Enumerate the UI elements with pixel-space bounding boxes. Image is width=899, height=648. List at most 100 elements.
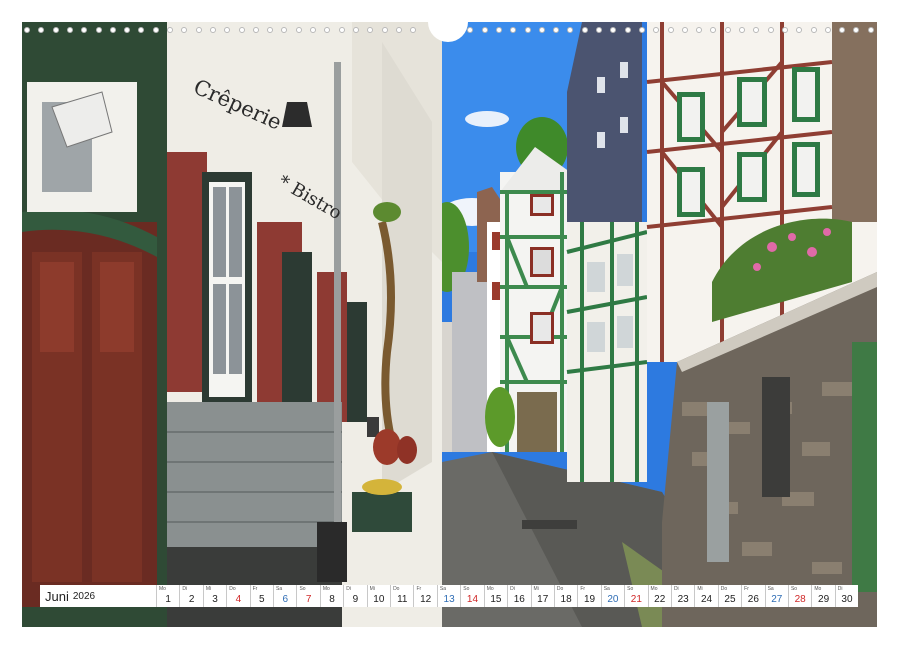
binding-hole [382, 27, 388, 33]
day-cell: Mi24 [695, 585, 717, 607]
day-cell: Sa13 [438, 585, 460, 607]
binding-hole [625, 27, 631, 33]
day-number: 22 [649, 594, 671, 605]
binding-hole [410, 27, 416, 33]
weekday-label: Do [557, 586, 563, 592]
weekday-label: Do [393, 586, 399, 592]
binding-hole [539, 27, 545, 33]
binding-hole [67, 27, 73, 33]
month-label: Juni 2026 [40, 585, 156, 607]
day-number: 27 [766, 594, 788, 605]
month-year: 2026 [73, 591, 95, 602]
day-number: 16 [508, 594, 530, 605]
day-cell: Fr 19 [578, 585, 600, 607]
binding-hole [96, 27, 102, 33]
day-number: 7 [297, 594, 319, 605]
month-name: Juni [45, 589, 69, 604]
weekday-label: Mi [534, 586, 539, 592]
weekday-label: Mo [159, 586, 166, 592]
day-number: 24 [695, 594, 717, 605]
binding-hole [38, 27, 44, 33]
day-cell: Do 11 [391, 585, 413, 607]
binding-hole [753, 27, 759, 33]
weekday-label: Fr [416, 586, 421, 592]
weekday-label: Di [182, 586, 187, 592]
binding-hole [296, 27, 302, 33]
binding-hole [138, 27, 144, 33]
weekday-label: Fr [744, 586, 749, 592]
binding-hole [396, 27, 402, 33]
binding-hole [167, 27, 173, 33]
weekday-label: Do [721, 586, 727, 592]
day-cell: Mi17 [532, 585, 554, 607]
binding-hole [596, 27, 602, 33]
binding-hole [239, 27, 245, 33]
binding-hole [825, 27, 831, 33]
day-cell: Mi3 [204, 585, 226, 607]
binding-hole [267, 27, 273, 33]
weekday-label: Sa [604, 586, 610, 592]
binding-hole [782, 27, 788, 33]
day-number: 8 [321, 594, 343, 605]
binding-hole [224, 27, 230, 33]
day-number: 2 [180, 594, 202, 605]
day-number: 29 [812, 594, 834, 605]
weekday-label: So [463, 586, 469, 592]
day-cell: So 28 [789, 585, 811, 607]
binding-hole [610, 27, 616, 33]
weekday-label: Mo [323, 586, 330, 592]
day-cell: Sa27 [766, 585, 788, 607]
binding-hole [53, 27, 59, 33]
day-number: 4 [227, 594, 249, 605]
binding-hole [725, 27, 731, 33]
weekday-label: Sa [276, 586, 282, 592]
day-number: 15 [485, 594, 507, 605]
binding-hole [582, 27, 588, 33]
day-cell: Mo15 [485, 585, 507, 607]
day-cell: Fr12 [414, 585, 436, 607]
binding-hole [796, 27, 802, 33]
weekday-label: Fr [580, 586, 585, 592]
day-number: 9 [344, 594, 366, 605]
day-number: 11 [391, 594, 413, 605]
binding-hole [210, 27, 216, 33]
day-number: 21 [625, 594, 647, 605]
day-number: 19 [578, 594, 600, 605]
day-number: 1 [157, 594, 179, 605]
binding-hole [811, 27, 817, 33]
weekday-label: So [791, 586, 797, 592]
day-cell: Fr5 [251, 585, 273, 607]
day-number: 26 [742, 594, 764, 605]
binding-hole [739, 27, 745, 33]
binding-hole [553, 27, 559, 33]
day-number: 3 [204, 594, 226, 605]
day-cell: Di 2 [180, 585, 202, 607]
day-number: 10 [368, 594, 390, 605]
weekday-label: Mi [370, 586, 375, 592]
day-cell: Mo29 [812, 585, 834, 607]
binding-hole [124, 27, 130, 33]
binding-hole [367, 27, 373, 33]
day-number: 14 [461, 594, 483, 605]
day-number: 18 [555, 594, 577, 605]
binding-hole [668, 27, 674, 33]
binding-hole [467, 27, 473, 33]
weekday-label: Di [346, 586, 351, 592]
day-number: 20 [602, 594, 624, 605]
binding-hole [110, 27, 116, 33]
binding-hole [496, 27, 502, 33]
binding-hole [839, 27, 845, 33]
weekday-label: Di [674, 586, 679, 592]
weekday-label: So [627, 586, 633, 592]
binding-hole [310, 27, 316, 33]
day-cell: Fr 26 [742, 585, 764, 607]
weekday-label: Mo [651, 586, 658, 592]
day-number: 28 [789, 594, 811, 605]
binding-hole [868, 27, 874, 33]
day-cell: So 14 [461, 585, 483, 607]
binding-hole [181, 27, 187, 33]
day-number: 23 [672, 594, 694, 605]
day-number: 5 [251, 594, 273, 605]
binding-hole [196, 27, 202, 33]
day-number: 13 [438, 594, 460, 605]
